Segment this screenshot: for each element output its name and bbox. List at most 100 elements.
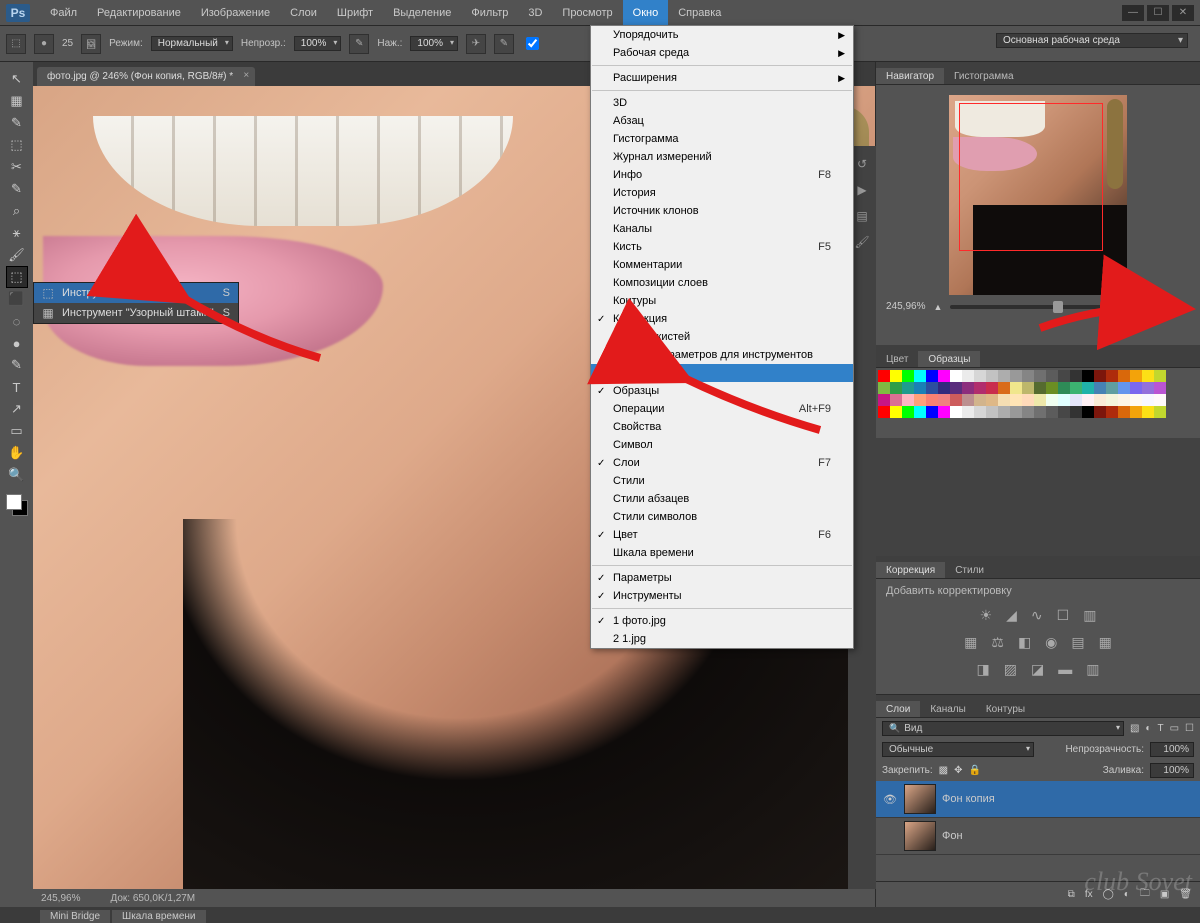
swatch[interactable] — [926, 394, 938, 406]
menu-справка[interactable]: Справка — [668, 0, 731, 25]
swatch[interactable] — [1130, 370, 1142, 382]
menu-item[interactable]: Шкала времени — [591, 544, 853, 562]
swatch[interactable] — [1058, 394, 1070, 406]
actions-dock-icon[interactable]: ▶ — [852, 180, 872, 200]
lookup-icon[interactable]: ▦ — [1099, 634, 1112, 651]
swatch[interactable] — [1022, 406, 1034, 418]
swatch[interactable] — [1034, 382, 1046, 394]
menu-выделение[interactable]: Выделение — [383, 0, 461, 25]
filter-pixel-icon[interactable]: ▧ — [1130, 723, 1139, 734]
menu-окно[interactable]: Окно — [623, 0, 669, 25]
filter-shape-icon[interactable]: ▭ — [1170, 723, 1179, 734]
swatch[interactable] — [1082, 394, 1094, 406]
menu-item[interactable]: Свойства — [591, 418, 853, 436]
tool-14[interactable]: T — [6, 376, 28, 398]
swatch[interactable] — [938, 394, 950, 406]
swatch[interactable] — [1070, 382, 1082, 394]
menu-item[interactable]: Абзац — [591, 112, 853, 130]
swatch[interactable] — [974, 406, 986, 418]
swatch[interactable] — [914, 406, 926, 418]
flow-input[interactable]: 100% — [410, 36, 458, 51]
menu-item[interactable]: ИнфоF8 — [591, 166, 853, 184]
swatch[interactable] — [1118, 406, 1130, 418]
tab-navigator[interactable]: Навигатор — [876, 68, 944, 84]
swatch[interactable] — [878, 406, 890, 418]
vibrance-icon[interactable]: ▥ — [1083, 607, 1096, 624]
swatch[interactable] — [1106, 394, 1118, 406]
tool-16[interactable]: ▭ — [6, 420, 28, 442]
swatch[interactable] — [974, 370, 986, 382]
swatch[interactable] — [1154, 406, 1166, 418]
swatch[interactable] — [1106, 382, 1118, 394]
swatch[interactable] — [1094, 382, 1106, 394]
swatch[interactable] — [962, 382, 974, 394]
swatch[interactable] — [1082, 406, 1094, 418]
swatches-panel[interactable] — [876, 368, 1200, 438]
swatch[interactable] — [1022, 382, 1034, 394]
swatch[interactable] — [1046, 370, 1058, 382]
menu-item[interactable]: Источник клонов — [591, 202, 853, 220]
tab-swatches[interactable]: Образцы — [918, 351, 980, 367]
menu-item[interactable]: Рабочая среда▶ — [591, 44, 853, 62]
swatch[interactable] — [1070, 370, 1082, 382]
swatch[interactable] — [890, 370, 902, 382]
menu-item[interactable]: Расширения▶ — [591, 69, 853, 87]
swatch[interactable] — [1142, 394, 1154, 406]
swatch[interactable] — [1094, 370, 1106, 382]
minimize-button[interactable]: — — [1122, 5, 1144, 21]
swatch[interactable] — [1022, 370, 1034, 382]
pressure-size-icon[interactable]: ✎ — [494, 34, 514, 54]
tool-12[interactable]: ● — [6, 332, 28, 354]
tool-7[interactable]: ⚹ — [6, 222, 28, 244]
menu-просмотр[interactable]: Просмотр — [552, 0, 622, 25]
swatch[interactable] — [1010, 406, 1022, 418]
filter-adj-icon[interactable]: ◐ — [1145, 723, 1151, 734]
swatch[interactable] — [962, 394, 974, 406]
tool-18[interactable]: 🔍 — [6, 464, 28, 486]
navigator-thumbnail[interactable] — [949, 95, 1127, 295]
swatch[interactable] — [1154, 394, 1166, 406]
menu-item[interactable]: Комментарии — [591, 256, 853, 274]
exposure-icon[interactable]: ☐ — [1057, 607, 1070, 624]
swatch[interactable] — [950, 370, 962, 382]
menu-item[interactable]: ✓Параметры — [591, 569, 853, 587]
blend-mode-select[interactable]: Обычные — [882, 742, 1034, 757]
filter-smart-icon[interactable]: ☐ — [1185, 723, 1194, 734]
swatch[interactable] — [1106, 406, 1118, 418]
swatch[interactable] — [1022, 394, 1034, 406]
swatch[interactable] — [1058, 382, 1070, 394]
tool-5[interactable]: ✎ — [6, 178, 28, 200]
tab-color[interactable]: Цвет — [876, 351, 918, 367]
menu-файл[interactable]: Файл — [40, 0, 87, 25]
brightness-icon[interactable]: ☀ — [980, 607, 993, 624]
menu-item[interactable]: ✓Образцы — [591, 382, 853, 400]
tab-histogram[interactable]: Гистограмма — [944, 68, 1024, 84]
tool-1[interactable]: ▦ — [6, 90, 28, 112]
menu-3d[interactable]: 3D — [518, 0, 552, 25]
swatch[interactable] — [902, 382, 914, 394]
swatch[interactable] — [986, 382, 998, 394]
channel-mixer-icon[interactable]: ▤ — [1071, 634, 1084, 651]
tab-mini-bridge[interactable]: Mini Bridge — [40, 910, 110, 923]
menu-item[interactable]: Стили абзацев — [591, 490, 853, 508]
zoom-out-icon[interactable]: ▲ — [933, 302, 942, 312]
swatch[interactable] — [1154, 382, 1166, 394]
swatch[interactable] — [878, 370, 890, 382]
airbrush-icon[interactable]: ✈ — [466, 34, 486, 54]
workspace-select[interactable]: Основная рабочая среда — [996, 33, 1188, 48]
navigator-zoom-readout[interactable]: 245,96% — [886, 301, 925, 312]
tool-6[interactable]: ⌕ — [6, 200, 28, 222]
link-layers-icon[interactable]: ⧉ — [1068, 889, 1075, 900]
menu-фильтр[interactable]: Фильтр — [461, 0, 518, 25]
menu-item[interactable]: Наборы параметров для инструментов — [591, 346, 853, 364]
swatch[interactable] — [974, 382, 986, 394]
tool-2[interactable]: ✎ — [6, 112, 28, 134]
lock-all-icon[interactable]: 🔒 — [969, 765, 981, 776]
swatch[interactable] — [1118, 394, 1130, 406]
swatch[interactable] — [902, 406, 914, 418]
swatch[interactable] — [1046, 394, 1058, 406]
brush-preview-icon[interactable]: ● — [34, 34, 54, 54]
menu-item[interactable]: Наборы кистей — [591, 328, 853, 346]
menu-item[interactable]: Каналы — [591, 220, 853, 238]
tool-10[interactable]: ⬛ — [6, 288, 28, 310]
